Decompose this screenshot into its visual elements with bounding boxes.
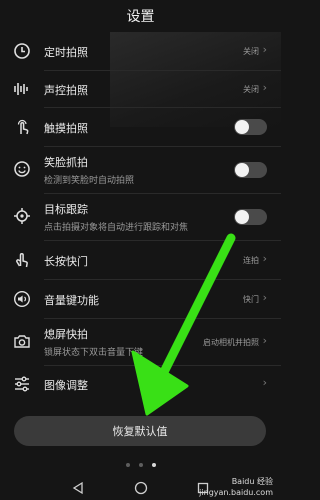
setting-value: 快门: [243, 295, 259, 304]
setting-description: 点击拍摄对象将自动进行跟踪和对焦: [44, 223, 189, 233]
header: 设置: [0, 0, 281, 32]
chevron-right-icon: ›: [262, 334, 267, 347]
chevron-right-icon: ›: [262, 81, 267, 94]
target-tracking-toggle[interactable]: [234, 209, 267, 225]
setting-label: 目标跟踪: [44, 203, 88, 216]
setting-timer[interactable]: 定时拍照 关闭 ›: [0, 32, 281, 70]
page-dot: [126, 463, 130, 467]
setting-label: 音量键功能: [44, 294, 99, 307]
setting-label: 笑脸抓拍: [44, 156, 88, 169]
clock-icon: [12, 41, 32, 61]
chevron-right-icon: ›: [262, 376, 267, 389]
camera-lock-icon: [12, 331, 32, 351]
setting-tracking[interactable]: 目标跟踪 点击拍摄对象将自动进行跟踪和对焦: [0, 194, 281, 240]
watermark-line1: Baidu 经验: [231, 477, 273, 486]
chevron-right-icon: ›: [262, 291, 267, 304]
restore-defaults-button[interactable]: 恢复默认值: [14, 416, 266, 446]
setting-value: 关闭: [243, 85, 259, 94]
setting-voice[interactable]: 声控拍照 关闭 ›: [0, 71, 281, 107]
watermark: Baidu 经验 jingyan.baidu.com: [199, 476, 273, 498]
back-icon[interactable]: [71, 480, 85, 499]
touch-icon: [12, 117, 32, 137]
home-icon[interactable]: [134, 480, 148, 499]
page-indicator: [126, 463, 156, 467]
setting-label: 触摸拍照: [44, 122, 88, 135]
setting-description: 检测到笑脸时自动拍照: [44, 176, 135, 186]
setting-value: 启动相机并拍照: [203, 338, 259, 347]
setting-value: 连拍: [243, 256, 259, 265]
toggle-knob: [235, 210, 249, 224]
setting-smile[interactable]: 笑脸抓拍 检测到笑脸时自动拍照: [0, 147, 281, 193]
touch-shutter-toggle[interactable]: [234, 119, 267, 135]
setting-value: 关闭: [243, 47, 259, 56]
setting-label: 熄屏快拍: [44, 328, 88, 341]
setting-volume-key[interactable]: 音量键功能 快门 ›: [0, 280, 281, 318]
setting-touch[interactable]: 触摸拍照: [0, 108, 281, 146]
smile-icon: [12, 159, 32, 179]
page-dot-active: [152, 463, 156, 467]
setting-long-press[interactable]: 长按快门 连拍 ›: [0, 241, 281, 279]
page-dot: [139, 463, 143, 467]
setting-label: 图像调整: [44, 379, 88, 392]
setting-screen-off-snap[interactable]: 熄屏快拍 锁屏状态下双击音量下键 启动相机并拍照 ›: [0, 319, 281, 365]
toggle-knob: [235, 120, 249, 134]
toggle-knob: [235, 163, 249, 177]
hand-icon: [12, 250, 32, 270]
setting-label: 长按快门: [44, 255, 88, 268]
chevron-right-icon: ›: [262, 43, 267, 56]
chevron-right-icon: ›: [262, 252, 267, 265]
watermark-line2: jingyan.baidu.com: [199, 488, 273, 497]
setting-description: 锁屏状态下双击音量下键: [44, 348, 144, 358]
volume-icon: [12, 289, 32, 309]
target-icon: [12, 206, 32, 226]
setting-label: 声控拍照: [44, 84, 88, 97]
setting-label: 定时拍照: [44, 46, 88, 59]
sliders-icon: [12, 374, 32, 394]
page-title: 设置: [126, 9, 155, 25]
setting-image-adjust[interactable]: 图像调整 ›: [0, 366, 281, 402]
sound-wave-icon: [12, 79, 32, 99]
smile-capture-toggle[interactable]: [234, 162, 267, 178]
